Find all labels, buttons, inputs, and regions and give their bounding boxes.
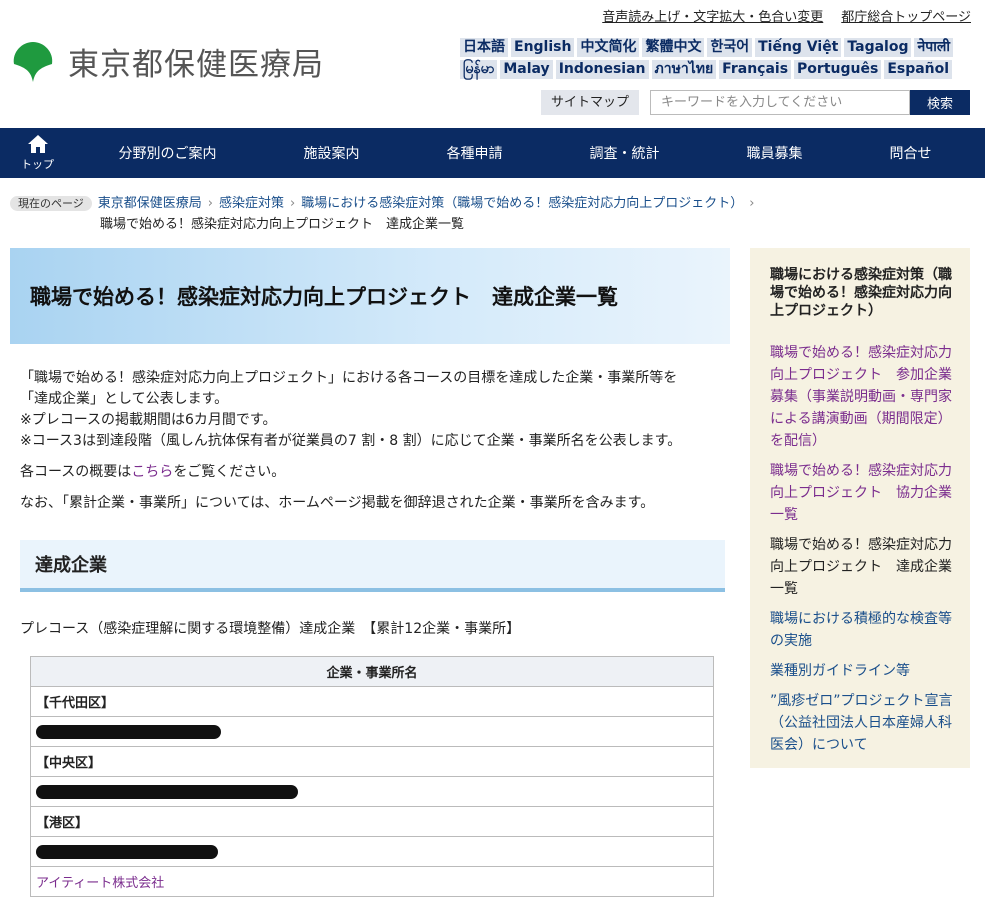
site-logo[interactable]: 東京都保健医療局	[10, 38, 324, 84]
ginkgo-logo-icon	[13, 42, 53, 82]
utility-links: 音声読み上げ・文字拡大・色合い変更 都庁総合トップページ	[602, 6, 971, 25]
table-row: アイティート株式会社	[30, 866, 714, 897]
nav-item-statistics[interactable]: 調査・統計	[590, 143, 660, 163]
redacted-company	[30, 776, 714, 807]
nav-home-label: トップ	[21, 158, 54, 171]
ward-label: 【港区】	[30, 806, 714, 837]
intro-text: 「職場で始める！感染症対応力向上プロジェクト」における各コースの目標を達成した企…	[20, 368, 730, 514]
intro-line: 「達成企業」として公表します。	[20, 391, 229, 407]
redacted-company	[30, 836, 714, 867]
site-title: 東京都保健医療局	[68, 46, 324, 83]
company-link[interactable]: アイティート株式会社	[36, 876, 164, 891]
lang-indonesian[interactable]: Indonesian	[555, 60, 649, 79]
overview-link[interactable]: こちら	[131, 464, 173, 480]
sidebar-item-rubella-zero[interactable]: ”風疹ゼロ”プロジェクト宣言（公益社団法人日本産婦人科医会）について	[770, 690, 958, 756]
search-input[interactable]	[650, 90, 910, 115]
breadcrumb-link-bureau[interactable]: 東京都保健医療局	[98, 196, 202, 211]
breadcrumb-tag: 現在のページ	[10, 196, 92, 211]
table-row	[30, 836, 714, 867]
intro-line: 「職場で始める！感染症対応力向上プロジェクト」における各コースの目標を達成した企…	[20, 370, 678, 386]
nav-item-recruitment[interactable]: 職員募集	[747, 143, 803, 163]
breadcrumb-current: 職場で始める！感染症対応力向上プロジェクト 達成企業一覧	[100, 217, 465, 232]
nav-item-applications[interactable]: 各種申請	[447, 143, 503, 163]
sidebar-item-achieved: 職場で始める！感染症対応力向上プロジェクト 達成企業一覧	[770, 537, 952, 597]
sidebar-item-cooperating[interactable]: 職場で始める！感染症対応力向上プロジェクト 協力企業一覧	[770, 460, 958, 526]
chevron-right-icon: ›	[207, 196, 213, 211]
sidebar-item-guidelines[interactable]: 業種別ガイドライン等	[770, 660, 958, 682]
lang-japanese[interactable]: 日本語	[460, 38, 508, 57]
nav-item-contact[interactable]: 問合せ	[890, 143, 932, 163]
intro-text-post: をご覧ください。	[173, 464, 286, 480]
sidebar-list: 職場で始める！感染症対応力向上プロジェクト 参加企業募集（事業説明動画・専門家に…	[770, 342, 958, 756]
nav-item-fields[interactable]: 分野別のご案内	[119, 143, 217, 163]
lang-english[interactable]: English	[511, 38, 575, 57]
sidebar-item-testing[interactable]: 職場における積極的な検査等の実施	[770, 608, 958, 652]
lang-french[interactable]: Français	[719, 60, 792, 79]
intro-line: ※プレコースの掲載期間は6カ月間です。	[20, 412, 277, 428]
lang-nepali[interactable]: नेपाली	[914, 38, 953, 57]
nav-home[interactable]: トップ	[0, 128, 75, 178]
sidebar-heading: 職場における感染症対策（職場で始める！感染症対応力向上プロジェクト）	[770, 267, 952, 319]
breadcrumb: 現在のページ 東京都保健医療局 › 感染症対策 › 職場における感染症対策（職場で始める！…	[10, 193, 780, 235]
lang-vietnamese[interactable]: Tiếng Việt	[755, 38, 842, 57]
lang-malay[interactable]: Malay	[500, 60, 553, 79]
lang-thai[interactable]: ภาษาไทย	[651, 60, 717, 79]
global-nav: トップ 分野別のご案内 施設案内 各種申請 調査・統計 職員募集 問合せ	[0, 128, 985, 178]
metro-top-link[interactable]: 都庁総合トップページ	[841, 6, 971, 25]
sitemap-button[interactable]: サイトマップ	[541, 90, 639, 115]
page-title-banner: 職場で始める！感染症対応力向上プロジェクト 達成企業一覧	[10, 248, 730, 344]
intro-line: 各コースの概要はこちらをご覧ください。	[20, 462, 730, 483]
intro-text-pre: 各コースの概要は	[20, 464, 132, 480]
table-row	[30, 776, 714, 807]
page-title: 職場で始める！感染症対応力向上プロジェクト 達成企業一覧	[30, 285, 618, 309]
table-header-row: 企業・事業所名	[30, 656, 714, 687]
language-row-1: 日本語 English 中文简化 繁體中文 한국어 Tiếng Việt Tag…	[460, 38, 965, 57]
sidebar-item-participation[interactable]: 職場で始める！感染症対応力向上プロジェクト 参加企業募集（事業説明動画・専門家に…	[770, 342, 958, 452]
breadcrumb-link-infection[interactable]: 感染症対策	[219, 196, 284, 211]
redaction-mark	[36, 844, 218, 859]
language-row-2: မြန်မာ Malay Indonesian ภาษาไทย Français…	[460, 60, 965, 79]
intro-line: なお、「累計企業・事業所」については、ホームページ掲載を御辞退された企業・事業所…	[20, 495, 655, 511]
lang-chinese-simplified[interactable]: 中文简化	[577, 38, 640, 57]
breadcrumb-link-workplace[interactable]: 職場における感染症対策（職場で始める！感染症対応力向上プロジェクト）	[301, 196, 743, 211]
table-row	[30, 716, 714, 747]
table-row: 【中央区】	[30, 746, 714, 777]
section-heading: 達成企業	[20, 540, 725, 592]
nav-items: 分野別のご案内 施設案内 各種申請 調査・統計 職員募集 問合せ	[75, 143, 985, 163]
home-icon	[27, 135, 48, 153]
chevron-right-icon: ›	[749, 196, 755, 211]
search-button[interactable]: 検索	[910, 90, 970, 115]
lang-spanish[interactable]: Español	[884, 60, 953, 79]
company-table: 企業・事業所名 【千代田区】 【中央区】 【港区】 アイティート株式会社	[30, 656, 714, 897]
redacted-company	[30, 716, 714, 747]
accessibility-link[interactable]: 音声読み上げ・文字拡大・色合い変更	[602, 6, 823, 25]
table-header: 企業・事業所名	[30, 656, 714, 687]
company-cell: アイティート株式会社	[30, 866, 714, 897]
ward-label: 【千代田区】	[30, 686, 714, 717]
intro-line: ※コース3は到達段階（風しん抗体保有者が従業員の7 割・8 割）に応じて企業・事…	[20, 433, 682, 449]
nav-item-facilities[interactable]: 施設案内	[304, 143, 360, 163]
ward-label: 【中央区】	[30, 746, 714, 777]
lang-tagalog[interactable]: Tagalog	[844, 38, 912, 57]
chevron-right-icon: ›	[290, 196, 296, 211]
redaction-mark	[36, 784, 298, 799]
lang-burmese[interactable]: မြန်မာ	[460, 60, 498, 79]
table-row: 【千代田区】	[30, 686, 714, 717]
redaction-mark	[36, 724, 221, 739]
sidebar: 職場における感染症対策（職場で始める！感染症対応力向上プロジェクト） 職場で始め…	[750, 248, 970, 768]
lang-portuguese[interactable]: Português	[794, 60, 882, 79]
language-selector: 日本語 English 中文简化 繁體中文 한국어 Tiếng Việt Tag…	[460, 38, 965, 82]
course-line: プレコース（感染症理解に関する環境整備）達成企業 【累計12企業・事業所】	[20, 621, 521, 637]
lang-korean[interactable]: 한국어	[707, 38, 753, 57]
table-row: 【港区】	[30, 806, 714, 837]
lang-chinese-traditional[interactable]: 繁體中文	[642, 38, 705, 57]
